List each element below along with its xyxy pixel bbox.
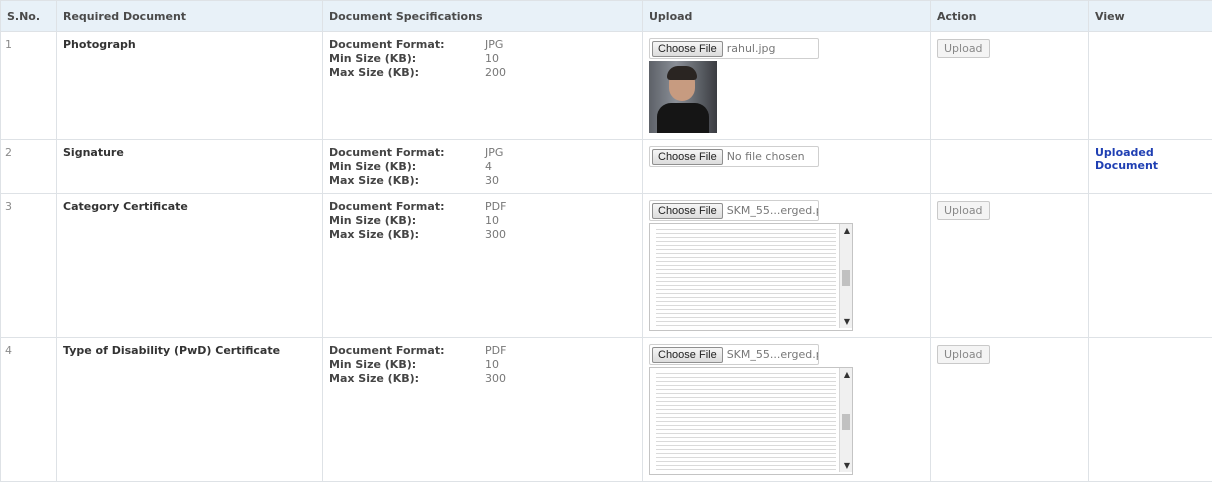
spec-max-size-label: Max Size (KB): (329, 66, 485, 79)
header-sno: S.No. (1, 1, 57, 32)
spec-max-size-value: 30 (485, 174, 545, 187)
document-name: Type of Disability (PwD) Certificate (57, 338, 323, 482)
spec-max-size-label: Max Size (KB): (329, 228, 485, 241)
header-upload: Upload (643, 1, 931, 32)
document-name: Photograph (57, 32, 323, 140)
upload-cell: Choose FileSKM_55...erged.pdf▲▼ (643, 338, 931, 482)
document-name: Category Certificate (57, 194, 323, 338)
view-cell (1089, 338, 1212, 482)
scroll-down-arrow-icon[interactable]: ▼ (844, 461, 850, 470)
choose-file-button[interactable]: Choose File (652, 149, 723, 165)
upload-cell: Choose FileSKM_55...erged.pdf▲▼ (643, 194, 931, 338)
upload-button[interactable]: Upload (937, 39, 990, 58)
pdf-page-image (656, 370, 836, 470)
file-input[interactable]: Choose File SKM_55...erged.pdf (649, 200, 819, 221)
view-cell (1089, 32, 1212, 140)
view-cell (1089, 194, 1212, 338)
spec-max-size-value: 300 (485, 228, 545, 241)
row-number: 2 (1, 140, 57, 194)
document-name: Signature (57, 140, 323, 194)
scroll-down-arrow-icon[interactable]: ▼ (844, 317, 850, 326)
row-number: 1 (1, 32, 57, 140)
spec-min-size-label: Min Size (KB): (329, 52, 485, 65)
choose-file-button[interactable]: Choose File (652, 203, 723, 219)
spec-format-value: PDF (485, 344, 545, 357)
header-action: Action (931, 1, 1089, 32)
spec-max-size-label: Max Size (KB): (329, 174, 485, 187)
spec-max-size-value: 200 (485, 66, 545, 79)
upload-button[interactable]: Upload (937, 345, 990, 364)
document-specifications: Document Format:JPGMin Size (KB):4Max Si… (323, 140, 643, 194)
action-cell: Upload (931, 194, 1089, 338)
spec-min-size-label: Min Size (KB): (329, 358, 485, 371)
spec-format-value: JPG (485, 38, 545, 51)
uploaded-photo-thumbnail (649, 61, 717, 133)
spec-format-value: PDF (485, 200, 545, 213)
spec-min-size-label: Min Size (KB): (329, 160, 485, 173)
pdf-scrollbar[interactable]: ▲▼ (839, 368, 852, 472)
spec-min-size-value: 10 (485, 214, 545, 227)
choose-file-button[interactable]: Choose File (652, 41, 723, 57)
upload-button[interactable]: Upload (937, 201, 990, 220)
scroll-up-arrow-icon[interactable]: ▲ (844, 370, 850, 379)
selected-file-name: SKM_55...erged.pdf (727, 348, 818, 361)
document-specifications: Document Format:PDFMin Size (KB):10Max S… (323, 194, 643, 338)
header-required-document: Required Document (57, 1, 323, 32)
view-cell: Uploaded Document (1089, 140, 1212, 194)
table-row: 4Type of Disability (PwD) CertificateDoc… (1, 338, 1212, 482)
row-number: 3 (1, 194, 57, 338)
spec-format-label: Document Format: (329, 146, 485, 159)
choose-file-button[interactable]: Choose File (652, 347, 723, 363)
spec-max-size-value: 300 (485, 372, 545, 385)
document-specifications: Document Format:JPGMin Size (KB):10Max S… (323, 32, 643, 140)
table-header-row: S.No. Required Document Document Specifi… (1, 1, 1212, 32)
document-specifications: Document Format:PDFMin Size (KB):10Max S… (323, 338, 643, 482)
action-cell: Upload (931, 32, 1089, 140)
spec-format-label: Document Format: (329, 38, 485, 51)
scroll-up-arrow-icon[interactable]: ▲ (844, 226, 850, 235)
spec-min-size-value: 10 (485, 358, 545, 371)
action-cell (931, 140, 1089, 194)
pdf-preview[interactable]: ▲▼ (649, 367, 853, 475)
spec-format-label: Document Format: (329, 344, 485, 357)
header-view: View (1089, 1, 1212, 32)
spec-min-size-value: 4 (485, 160, 545, 173)
scrollbar-thumb[interactable] (842, 270, 850, 286)
pdf-page-image (656, 226, 836, 326)
uploaded-document-link[interactable]: Uploaded Document (1095, 146, 1158, 172)
spec-format-label: Document Format: (329, 200, 485, 213)
header-document-specifications: Document Specifications (323, 1, 643, 32)
selected-file-name: SKM_55...erged.pdf (727, 204, 818, 217)
table-row: 1PhotographDocument Format:JPGMin Size (… (1, 32, 1212, 140)
file-input[interactable]: Choose File rahul.jpg (649, 38, 819, 59)
spec-format-value: JPG (485, 146, 545, 159)
table-row: 2SignatureDocument Format:JPGMin Size (K… (1, 140, 1212, 194)
file-input[interactable]: Choose File No file chosen (649, 146, 819, 167)
table-row: 3Category CertificateDocument Format:PDF… (1, 194, 1212, 338)
spec-max-size-label: Max Size (KB): (329, 372, 485, 385)
action-cell: Upload (931, 338, 1089, 482)
scrollbar-thumb[interactable] (842, 414, 850, 430)
file-input[interactable]: Choose File SKM_55...erged.pdf (649, 344, 819, 365)
spec-min-size-label: Min Size (KB): (329, 214, 485, 227)
row-number: 4 (1, 338, 57, 482)
pdf-scrollbar[interactable]: ▲▼ (839, 224, 852, 328)
selected-file-name: rahul.jpg (727, 42, 776, 55)
upload-cell: Choose File No file chosen (643, 140, 931, 194)
documents-table: S.No. Required Document Document Specifi… (0, 0, 1212, 482)
pdf-preview[interactable]: ▲▼ (649, 223, 853, 331)
spec-min-size-value: 10 (485, 52, 545, 65)
selected-file-name: No file chosen (727, 150, 805, 163)
upload-cell: Choose File rahul.jpg (643, 32, 931, 140)
